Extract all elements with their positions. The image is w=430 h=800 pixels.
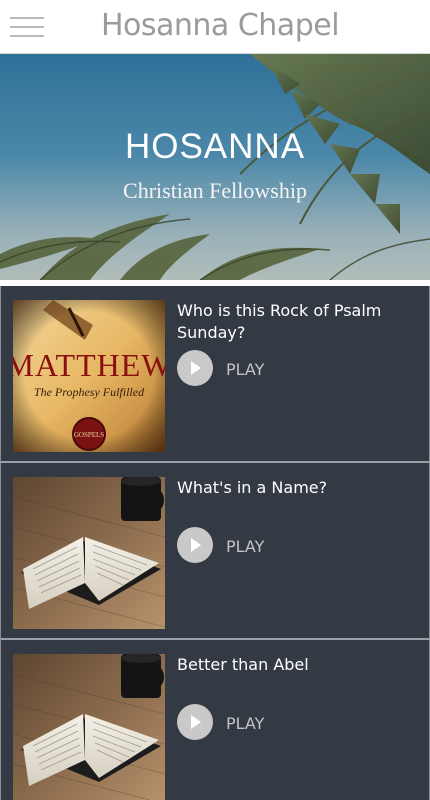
sermon-item[interactable]: What's in a Name? PLAY (0, 463, 430, 640)
sermon-list: MATTHEW The Prophesy Fulfilled GOSPELS W… (0, 286, 430, 800)
sermon-item[interactable]: MATTHEW The Prophesy Fulfilled GOSPELS W… (0, 286, 430, 463)
sermon-title[interactable]: Better than Abel (177, 654, 413, 676)
play-label[interactable]: PLAY (226, 537, 264, 556)
sermon-item[interactable]: Better than Abel PLAY (0, 640, 430, 800)
thumbnail-caption: The Prophesy Fulfilled (34, 385, 145, 399)
sermon-thumbnail-bible[interactable] (13, 654, 165, 800)
play-label[interactable]: PLAY (226, 360, 264, 379)
thumbnail-heading: MATTHEW (13, 347, 165, 383)
sermon-thumbnail-bible[interactable] (13, 477, 165, 629)
play-label[interactable]: PLAY (226, 714, 264, 733)
hero-subtitle: Christian Fellowship (123, 178, 307, 203)
play-icon (191, 538, 201, 552)
thumbnail-badge: GOSPELS (74, 431, 104, 439)
app-title: Hosanna Chapel (100, 8, 340, 43)
app-header: Hosanna Chapel (0, 0, 430, 54)
hero-title: HOSANNA (124, 127, 306, 166)
hero-banner: HOSANNA Christian Fellowship (0, 54, 430, 280)
sermon-thumbnail-matthew[interactable]: MATTHEW The Prophesy Fulfilled GOSPELS (13, 300, 165, 452)
play-icon (191, 715, 201, 729)
sermon-title[interactable]: What's in a Name? (177, 477, 413, 499)
play-button[interactable] (177, 704, 213, 740)
palm-tree-background (0, 54, 430, 280)
play-button[interactable] (177, 350, 213, 386)
play-button[interactable] (177, 527, 213, 563)
sermon-title[interactable]: Who is this Rock of Psalm Sunday? (177, 300, 413, 344)
play-icon (191, 361, 201, 375)
